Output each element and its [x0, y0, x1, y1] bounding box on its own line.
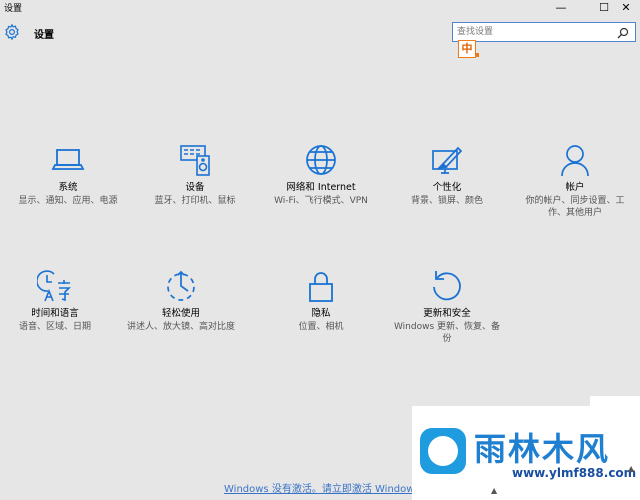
- tile-name: 设备: [185, 182, 205, 193]
- tile-accounts[interactable]: 帐户 你的帐户、同步设置、工作、其他用户: [520, 142, 630, 219]
- tile-desc: Windows 更新、恢复、备份: [393, 322, 501, 344]
- gear-icon: [5, 23, 19, 41]
- tile-name: 帐户: [565, 182, 585, 193]
- search-icon[interactable]: [617, 27, 629, 39]
- page-title: 设置: [34, 30, 54, 41]
- time-language-icon: [37, 270, 71, 302]
- tile-devices[interactable]: 设备 蓝牙、打印机、鼠标: [140, 142, 250, 207]
- minimize-button[interactable]: —: [547, 0, 575, 15]
- window-title: 设置: [4, 4, 23, 14]
- tile-privacy[interactable]: 隐私 位置、相机: [266, 268, 376, 333]
- search-input[interactable]: [457, 25, 607, 39]
- tile-desc: Wi-Fi、飞行模式、VPN: [274, 196, 368, 206]
- ime-dot: [475, 53, 479, 57]
- search-box[interactable]: [452, 22, 636, 42]
- tile-name: 网络和 Internet: [286, 182, 356, 193]
- tile-desc: 你的帐户、同步设置、工作、其他用户: [525, 196, 625, 218]
- tile-ease-of-access[interactable]: 轻松使用 讲述人、放大镜、高对比度: [126, 268, 236, 333]
- devices-icon: [180, 145, 210, 176]
- laptop-icon: [51, 149, 85, 170]
- tile-time-language[interactable]: 时间和语言 语音、区域、日期: [0, 268, 110, 333]
- close-button[interactable]: ✕: [612, 0, 640, 15]
- tile-name: 隐私: [311, 308, 331, 319]
- watermark-url: www.ylmf888.com: [512, 466, 637, 480]
- ime-indicator[interactable]: 中: [458, 40, 476, 58]
- tile-personalization[interactable]: 个性化 背景、锁屏、颜色: [392, 142, 502, 207]
- ease-of-access-icon: [167, 270, 195, 301]
- tile-system[interactable]: 系统 显示、通知、应用、电源: [13, 142, 123, 207]
- tile-name: 轻松使用: [161, 308, 200, 319]
- personalization-icon: [432, 146, 463, 174]
- tile-update-security[interactable]: 更新和安全 Windows 更新、恢复、备份: [392, 268, 502, 345]
- watermark-panel-edge: [590, 396, 640, 416]
- tile-name: 更新和安全: [423, 308, 471, 319]
- cursor-marker-icon: ▲: [628, 464, 635, 473]
- cursor-marker-icon: ▲: [491, 486, 498, 495]
- update-icon: [433, 271, 461, 301]
- tile-desc: 语音、区域、日期: [18, 322, 91, 332]
- tile-network[interactable]: 网络和 Internet Wi-Fi、飞行模式、VPN: [266, 142, 376, 207]
- watermark-text: 雨林木风: [474, 430, 611, 468]
- tile-desc: 位置、相机: [298, 322, 344, 332]
- tile-name: 个性化: [432, 182, 462, 193]
- tile-name: 系统: [58, 182, 78, 193]
- person-icon: [561, 145, 589, 177]
- lock-icon: [309, 272, 333, 302]
- watermark-logo-inner: [428, 436, 458, 466]
- tile-desc: 讲述人、放大镜、高对比度: [126, 322, 235, 332]
- globe-icon: [306, 145, 336, 175]
- title-bar: 设置 — ☐ ✕: [0, 0, 640, 14]
- tile-desc: 显示、通知、应用、电源: [18, 196, 118, 206]
- tile-desc: 蓝牙、打印机、鼠标: [154, 196, 236, 206]
- activation-link[interactable]: Windows 没有激活。请立即激活 Windows。: [224, 480, 430, 495]
- tile-desc: 背景、锁屏、颜色: [410, 196, 483, 206]
- watermark-logo-icon: [420, 428, 466, 474]
- tile-name: 时间和语言: [31, 308, 79, 319]
